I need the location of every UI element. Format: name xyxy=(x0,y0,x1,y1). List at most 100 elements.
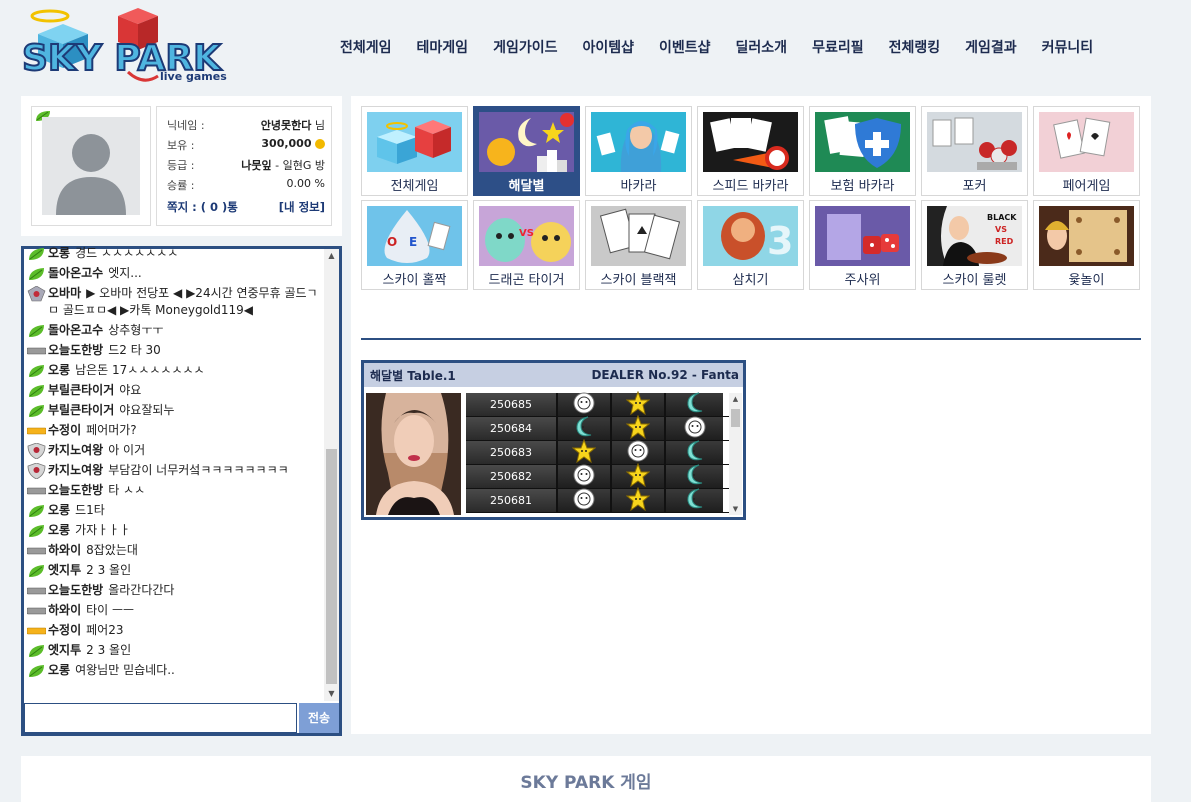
chat-nickname[interactable]: 오바마 xyxy=(48,286,81,300)
footer-title: SKY PARK 게임 xyxy=(520,773,652,793)
scroll-down-arrow-icon[interactable]: ▼ xyxy=(729,505,742,513)
chat-nickname[interactable]: 하와이 xyxy=(48,603,81,617)
game-thumbnail xyxy=(815,112,910,172)
scroll-up-arrow-icon[interactable]: ▲ xyxy=(324,249,339,263)
table-header: 해달별 Table.1 DEALER No.92 - Fanta xyxy=(364,363,743,387)
scroll-down-arrow-icon[interactable]: ▼ xyxy=(324,687,339,701)
site-logo[interactable]: SKY PARK live games xyxy=(18,6,233,86)
leaf-icon xyxy=(27,246,46,262)
chat-nickname[interactable]: 카지노여왕 xyxy=(48,443,103,457)
scroll-up-arrow-icon[interactable]: ▲ xyxy=(729,395,742,403)
game-tile[interactable]: 전체게임 xyxy=(361,106,468,196)
chat-nickname[interactable]: 오롱 xyxy=(48,363,70,377)
game-tile[interactable]: 해달별 xyxy=(473,106,580,196)
nav-event-shop[interactable]: 이벤트샵 xyxy=(659,37,711,59)
gold-bar-icon xyxy=(27,623,47,639)
game-tile[interactable]: 윷놀이 xyxy=(1033,200,1140,290)
chat-nickname[interactable]: 부릴큰타이거 xyxy=(48,383,114,397)
silver-bar-icon xyxy=(27,603,47,619)
history-scrollbar[interactable]: ▲ ▼ xyxy=(729,393,742,515)
result-cell xyxy=(612,414,666,442)
my-info-link[interactable]: [내 정보] xyxy=(279,199,325,215)
chat-nickname[interactable]: 오롱 xyxy=(48,523,70,537)
chat-nickname[interactable]: 수정이 xyxy=(48,423,81,437)
avatar xyxy=(42,117,140,215)
chat-scrollbar[interactable]: ▲ ▼ xyxy=(324,249,339,701)
chat-message: 수정이 페어23 xyxy=(27,620,324,640)
chat-nickname[interactable]: 오늘도한방 xyxy=(48,583,103,597)
game-tile[interactable]: 포커 xyxy=(921,106,1028,196)
main-nav: 전체게임 테마게임 게임가이드 아이템샵 이벤트샵 딜러소개 무료리필 전체랭킹… xyxy=(340,37,1118,59)
chat-message: 수정이 페어머가? xyxy=(27,420,324,440)
result-row: 250685 xyxy=(466,390,729,418)
result-cell xyxy=(558,488,612,512)
nickname-label: 닉네임 : xyxy=(167,119,205,132)
chat-text: 남은돈 17ㅅㅅㅅㅅㅅㅅㅅ xyxy=(75,362,205,377)
nav-all-games[interactable]: 전체게임 xyxy=(340,37,392,59)
scroll-thumb[interactable] xyxy=(326,449,337,684)
chat-nickname[interactable]: 오롱 xyxy=(48,503,70,517)
moon-icon xyxy=(683,439,707,466)
holding-label: 보유 : xyxy=(167,139,195,152)
sun-icon xyxy=(684,416,706,441)
chat-nickname[interactable]: 오늘도한방 xyxy=(48,343,103,357)
chat-nickname[interactable]: 하와이 xyxy=(48,543,81,557)
game-table-card[interactable]: 해달별 Table.1 DEALER No.92 - Fanta 250685 2… xyxy=(361,360,746,520)
chat-text: 8잡았는대 xyxy=(86,542,138,557)
chat-text: 올라간다간다 xyxy=(108,582,175,597)
game-tile[interactable]: 바카라 xyxy=(585,106,692,196)
chat-nickname[interactable]: 카지노여왕 xyxy=(48,463,103,477)
nav-game-guide[interactable]: 게임가이드 xyxy=(493,37,557,59)
game-tile-label: 전체게임 xyxy=(390,179,439,194)
game-thumbnail xyxy=(479,112,574,172)
game-tile[interactable]: 3 삼치기 xyxy=(697,200,804,290)
star-icon xyxy=(625,414,651,442)
moon-icon xyxy=(683,391,707,418)
chat-text: 부담감이 너무커섴ㅋㅋㅋㅋㅋㅋㅋㅋ xyxy=(108,462,289,477)
nav-ranking[interactable]: 전체랭킹 xyxy=(889,37,941,59)
result-cell xyxy=(666,416,723,441)
scroll-thumb[interactable] xyxy=(731,409,740,427)
game-tile-label: 페어게임 xyxy=(1062,179,1111,194)
chat-text: 야요 xyxy=(119,382,142,397)
chat-nickname[interactable]: 엣지투 xyxy=(48,563,81,577)
chat-nickname[interactable]: 오롱 xyxy=(48,663,70,677)
round-id: 250682 xyxy=(466,465,558,488)
chat-nickname[interactable]: 수정이 xyxy=(48,623,81,637)
result-cell xyxy=(612,462,666,488)
game-tile[interactable]: O E 스카이 홀짝 xyxy=(361,200,468,290)
game-tile[interactable]: 주사위 xyxy=(809,200,916,290)
shield-icon xyxy=(27,462,46,479)
game-tile[interactable]: 스카이 블랙잭 xyxy=(585,200,692,290)
game-tile[interactable]: BLACK VS RED 스카이 룰렛 xyxy=(921,200,1028,290)
game-thumbnail xyxy=(815,206,910,266)
nav-game-results[interactable]: 게임결과 xyxy=(965,37,1017,59)
nav-theme-games[interactable]: 테마게임 xyxy=(417,37,469,59)
round-id: 250681 xyxy=(466,489,558,512)
chat-nickname[interactable]: 엣지투 xyxy=(48,643,81,657)
game-tile[interactable]: 스피드 바카라 xyxy=(697,106,804,196)
crown-icon xyxy=(27,285,46,302)
game-tile[interactable]: VS 드래곤 타이거 xyxy=(473,200,580,290)
chat-nickname[interactable]: 오늘도한방 xyxy=(48,483,103,497)
nav-dealer-intro[interactable]: 딜러소개 xyxy=(736,37,788,59)
chat-nickname[interactable]: 돌아온고수 xyxy=(48,266,103,280)
chat-nickname[interactable]: 돌아온고수 xyxy=(48,323,103,337)
chat-text: 여왕님만 믿습네다.. xyxy=(75,662,175,677)
chat-input[interactable] xyxy=(24,703,297,733)
round-id: 250683 xyxy=(466,441,558,464)
logo-subtext: live games xyxy=(160,70,227,83)
game-tile[interactable]: 보험 바카라 xyxy=(809,106,916,196)
nav-free-refill[interactable]: 무료리필 xyxy=(812,37,864,59)
nav-community[interactable]: 커뮤니티 xyxy=(1042,37,1094,59)
leaf-icon xyxy=(27,403,46,419)
game-tile[interactable]: 페어게임 xyxy=(1033,106,1140,196)
chat-nickname[interactable]: 오롱 xyxy=(48,246,70,260)
nav-item-shop[interactable]: 아이템샵 xyxy=(582,37,634,59)
chat-send-button[interactable]: 전송 xyxy=(299,703,339,733)
message-link[interactable]: 쪽지 : ( 0 )통 xyxy=(167,199,238,215)
chat-text: 타 ㅅㅅ xyxy=(108,482,146,497)
svg-text:E: E xyxy=(409,235,417,249)
chat-nickname[interactable]: 부릴큰타이거 xyxy=(48,403,114,417)
result-cell xyxy=(666,464,723,488)
